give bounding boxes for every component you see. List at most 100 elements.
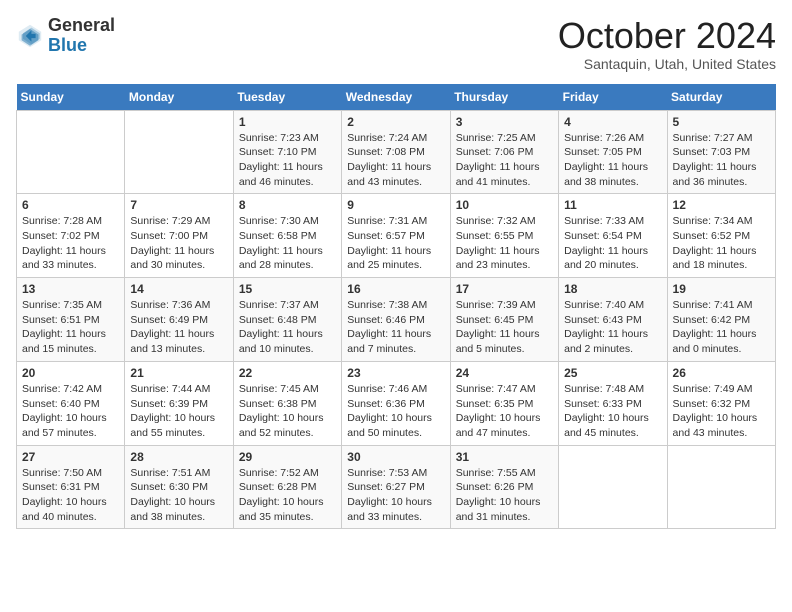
logo: GeneralBlue (16, 16, 115, 56)
cell-content: Sunrise: 7:24 AM Sunset: 7:08 PM Dayligh… (347, 131, 444, 190)
calendar-cell: 6Sunrise: 7:28 AM Sunset: 7:02 PM Daylig… (17, 194, 125, 278)
day-number: 19 (673, 282, 770, 296)
day-number: 21 (130, 366, 227, 380)
cell-content: Sunrise: 7:42 AM Sunset: 6:40 PM Dayligh… (22, 382, 119, 441)
cell-content: Sunrise: 7:31 AM Sunset: 6:57 PM Dayligh… (347, 214, 444, 273)
day-number: 3 (456, 115, 553, 129)
calendar-cell: 7 Sunrise: 7:29 AM Sunset: 7:00 PM Daylig… (125, 194, 233, 278)
cell-content: Sunrise: 7:34 AM Sunset: 6:52 PM Dayligh… (673, 214, 770, 273)
calendar-header: SundayMondayTuesdayWednesdayThursdayFrid… (17, 84, 776, 111)
day-number: 25 (564, 366, 661, 380)
day-number: 23 (347, 366, 444, 380)
header-friday: Friday (559, 84, 667, 111)
cell-content: Sunrise: 7:26 AM Sunset: 7:05 PM Dayligh… (564, 131, 661, 190)
header-saturday: Saturday (667, 84, 775, 111)
week-row-2: 6Sunrise: 7:28 AM Sunset: 7:02 PM Daylig… (17, 194, 776, 278)
day-number: 24 (456, 366, 553, 380)
calendar-cell: 23 Sunrise: 7:46 AM Sunset: 6:36 PM Dayli… (342, 361, 450, 445)
cell-content: Sunrise: 7:36 AM Sunset: 6:49 PM Dayligh… (130, 298, 227, 357)
cell-content: Sunrise: 7:50 AM Sunset: 6:31 PM Dayligh… (22, 466, 119, 525)
day-number: 8 (239, 198, 336, 212)
calendar-cell: 31Sunrise: 7:55 AM Sunset: 6:26 PM Dayli… (450, 445, 558, 529)
calendar-cell: 28Sunrise: 7:51 AM Sunset: 6:30 PM Dayli… (125, 445, 233, 529)
cell-content: Sunrise: 7:29 AM Sunset: 7:00 PM Dayligh… (130, 214, 227, 273)
title-block: October 2024 Santaquin, Utah, United Sta… (558, 16, 776, 72)
calendar-cell: 30Sunrise: 7:53 AM Sunset: 6:27 PM Dayli… (342, 445, 450, 529)
calendar-cell (125, 110, 233, 194)
calendar-cell: 2 Sunrise: 7:24 AM Sunset: 7:08 PM Daylig… (342, 110, 450, 194)
cell-content: Sunrise: 7:48 AM Sunset: 6:33 PM Dayligh… (564, 382, 661, 441)
calendar-cell: 25 Sunrise: 7:48 AM Sunset: 6:33 PM Dayli… (559, 361, 667, 445)
calendar-cell: 22Sunrise: 7:45 AM Sunset: 6:38 PM Dayli… (233, 361, 341, 445)
cell-content: Sunrise: 7:39 AM Sunset: 6:45 PM Dayligh… (456, 298, 553, 357)
day-number: 31 (456, 450, 553, 464)
location: Santaquin, Utah, United States (558, 56, 776, 72)
cell-content: Sunrise: 7:30 AM Sunset: 6:58 PM Dayligh… (239, 214, 336, 273)
day-number: 29 (239, 450, 336, 464)
day-number: 7 (130, 198, 227, 212)
calendar-cell: 14 Sunrise: 7:36 AM Sunset: 6:49 PM Dayli… (125, 278, 233, 362)
day-number: 11 (564, 198, 661, 212)
calendar-cell: 13 Sunrise: 7:35 AM Sunset: 6:51 PM Dayli… (17, 278, 125, 362)
cell-content: Sunrise: 7:23 AM Sunset: 7:10 PM Dayligh… (239, 131, 336, 190)
day-number: 12 (673, 198, 770, 212)
calendar-cell: 15Sunrise: 7:37 AM Sunset: 6:48 PM Dayli… (233, 278, 341, 362)
day-number: 4 (564, 115, 661, 129)
calendar-cell: 18 Sunrise: 7:40 AM Sunset: 6:43 PM Dayli… (559, 278, 667, 362)
day-number: 13 (22, 282, 119, 296)
cell-content: Sunrise: 7:51 AM Sunset: 6:30 PM Dayligh… (130, 466, 227, 525)
calendar-cell: 21 Sunrise: 7:44 AM Sunset: 6:39 PM Dayli… (125, 361, 233, 445)
week-row-3: 13 Sunrise: 7:35 AM Sunset: 6:51 PM Dayli… (17, 278, 776, 362)
month-title: October 2024 (558, 16, 776, 56)
calendar-cell: 11Sunrise: 7:33 AM Sunset: 6:54 PM Dayli… (559, 194, 667, 278)
calendar-cell: 9 Sunrise: 7:31 AM Sunset: 6:57 PM Daylig… (342, 194, 450, 278)
cell-content: Sunrise: 7:28 AM Sunset: 7:02 PM Dayligh… (22, 214, 119, 273)
cell-content: Sunrise: 7:38 AM Sunset: 6:46 PM Dayligh… (347, 298, 444, 357)
logo-text: GeneralBlue (48, 16, 115, 56)
calendar-cell: 26Sunrise: 7:49 AM Sunset: 6:32 PM Dayli… (667, 361, 775, 445)
day-number: 1 (239, 115, 336, 129)
calendar-cell: 12 Sunrise: 7:34 AM Sunset: 6:52 PM Dayli… (667, 194, 775, 278)
calendar-cell (559, 445, 667, 529)
day-number: 9 (347, 198, 444, 212)
calendar-cell: 17Sunrise: 7:39 AM Sunset: 6:45 PM Dayli… (450, 278, 558, 362)
calendar-cell: 27 Sunrise: 7:50 AM Sunset: 6:31 PM Dayli… (17, 445, 125, 529)
calendar-cell: 3 Sunrise: 7:25 AM Sunset: 7:06 PM Daylig… (450, 110, 558, 194)
day-number: 14 (130, 282, 227, 296)
calendar-cell: 24Sunrise: 7:47 AM Sunset: 6:35 PM Dayli… (450, 361, 558, 445)
header-wednesday: Wednesday (342, 84, 450, 111)
calendar-cell: 8 Sunrise: 7:30 AM Sunset: 6:58 PM Daylig… (233, 194, 341, 278)
cell-content: Sunrise: 7:25 AM Sunset: 7:06 PM Dayligh… (456, 131, 553, 190)
cell-content: Sunrise: 7:35 AM Sunset: 6:51 PM Dayligh… (22, 298, 119, 357)
calendar-cell: 10Sunrise: 7:32 AM Sunset: 6:55 PM Dayli… (450, 194, 558, 278)
calendar-cell (667, 445, 775, 529)
cell-content: Sunrise: 7:46 AM Sunset: 6:36 PM Dayligh… (347, 382, 444, 441)
cell-content: Sunrise: 7:44 AM Sunset: 6:39 PM Dayligh… (130, 382, 227, 441)
day-number: 5 (673, 115, 770, 129)
calendar-cell: 4 Sunrise: 7:26 AM Sunset: 7:05 PM Daylig… (559, 110, 667, 194)
calendar-cell: 16 Sunrise: 7:38 AM Sunset: 6:46 PM Dayli… (342, 278, 450, 362)
cell-content: Sunrise: 7:41 AM Sunset: 6:42 PM Dayligh… (673, 298, 770, 357)
day-number: 27 (22, 450, 119, 464)
day-number: 2 (347, 115, 444, 129)
day-number: 16 (347, 282, 444, 296)
cell-content: Sunrise: 7:37 AM Sunset: 6:48 PM Dayligh… (239, 298, 336, 357)
cell-content: Sunrise: 7:52 AM Sunset: 6:28 PM Dayligh… (239, 466, 336, 525)
calendar-cell: 5Sunrise: 7:27 AM Sunset: 7:03 PM Daylig… (667, 110, 775, 194)
day-number: 30 (347, 450, 444, 464)
logo-icon (16, 22, 44, 50)
week-row-4: 20Sunrise: 7:42 AM Sunset: 6:40 PM Dayli… (17, 361, 776, 445)
week-row-5: 27 Sunrise: 7:50 AM Sunset: 6:31 PM Dayli… (17, 445, 776, 529)
cell-content: Sunrise: 7:40 AM Sunset: 6:43 PM Dayligh… (564, 298, 661, 357)
calendar-cell: 1 Sunrise: 7:23 AM Sunset: 7:10 PM Daylig… (233, 110, 341, 194)
day-number: 10 (456, 198, 553, 212)
day-number: 22 (239, 366, 336, 380)
header-monday: Monday (125, 84, 233, 111)
header-thursday: Thursday (450, 84, 558, 111)
calendar-cell: 19 Sunrise: 7:41 AM Sunset: 6:42 PM Dayli… (667, 278, 775, 362)
day-number: 18 (564, 282, 661, 296)
calendar-cell: 20Sunrise: 7:42 AM Sunset: 6:40 PM Dayli… (17, 361, 125, 445)
cell-content: Sunrise: 7:49 AM Sunset: 6:32 PM Dayligh… (673, 382, 770, 441)
header-row: SundayMondayTuesdayWednesdayThursdayFrid… (17, 84, 776, 111)
calendar-table: SundayMondayTuesdayWednesdayThursdayFrid… (16, 84, 776, 530)
